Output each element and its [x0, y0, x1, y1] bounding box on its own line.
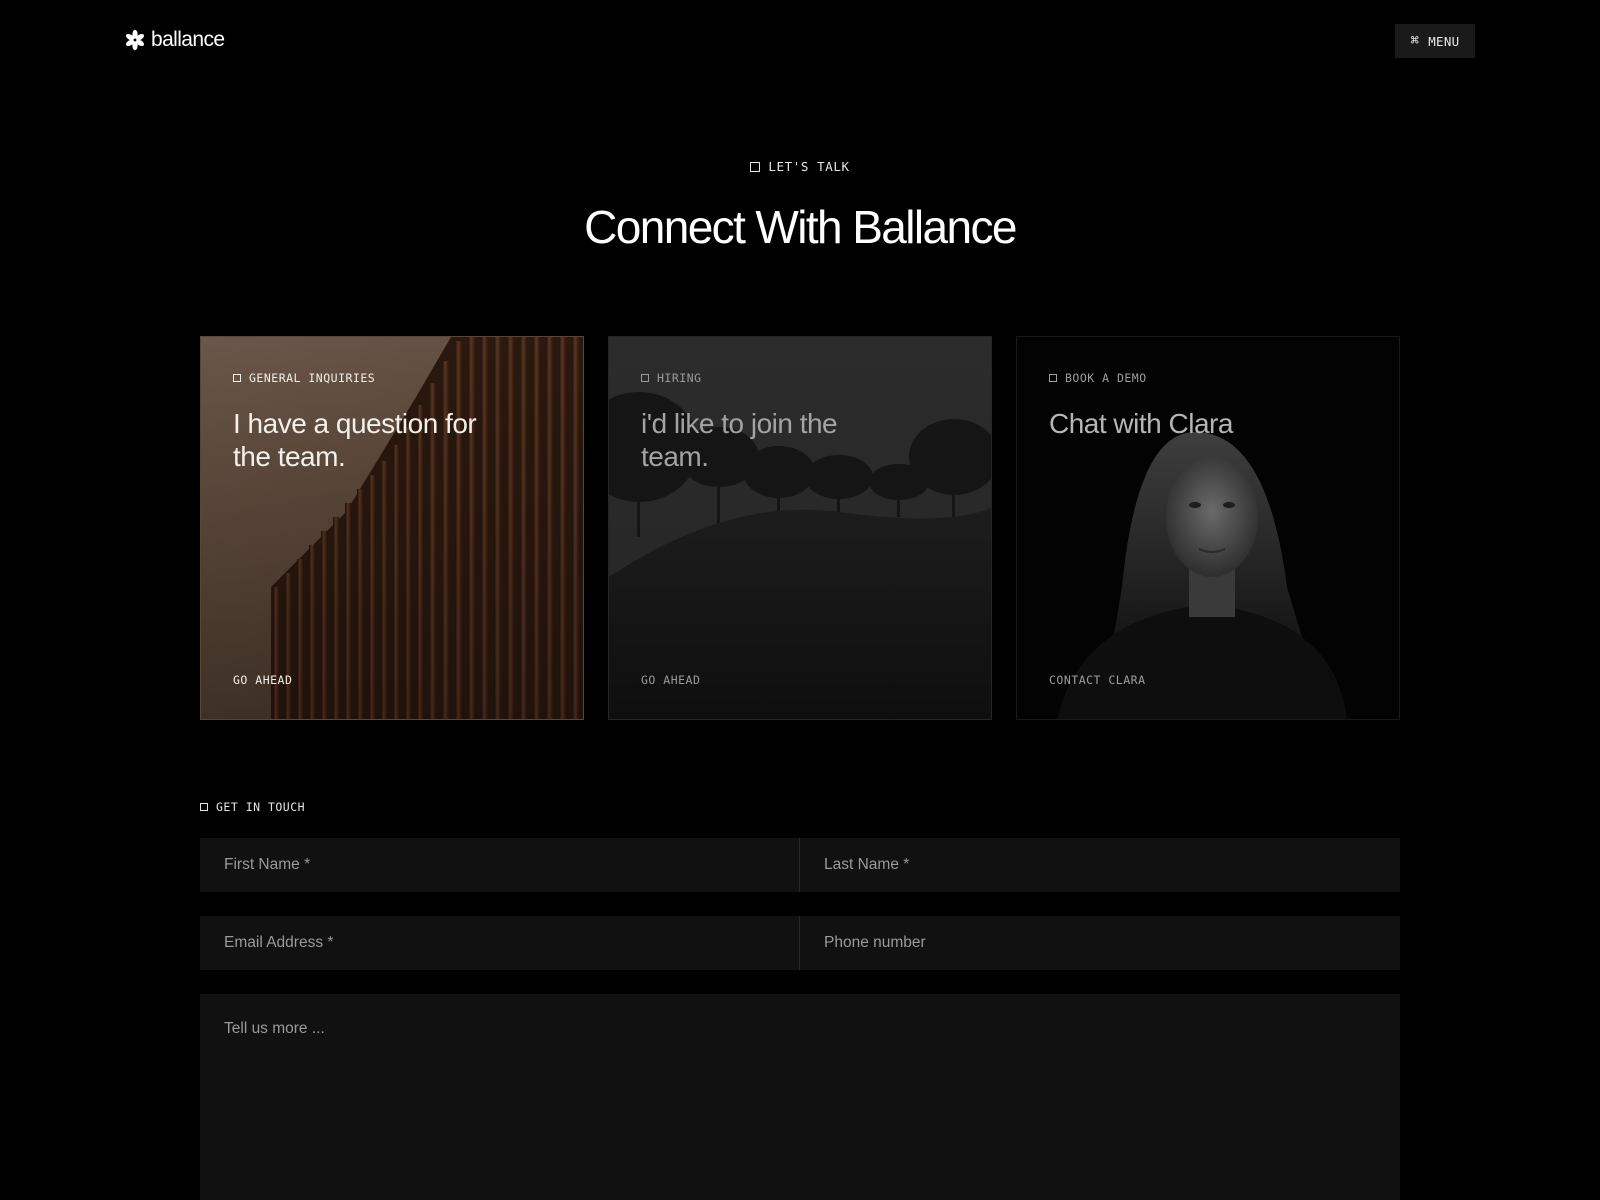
square-icon	[750, 161, 761, 172]
form-label: GET IN TOUCH	[216, 800, 306, 814]
square-icon	[1049, 374, 1057, 382]
email-field[interactable]	[200, 916, 799, 970]
card-tag: BOOK A DEMO	[1049, 371, 1147, 385]
contact-page: ballance ⌘ MENU LET'S TALK Connect With …	[0, 0, 1600, 1200]
card-tag: GENERAL INQUIRIES	[233, 371, 375, 385]
card-hiring[interactable]: HIRING i'd like to join the team. GO AHE…	[608, 336, 992, 720]
wooden-facade-image	[201, 337, 583, 719]
first-name-field[interactable]	[200, 838, 799, 892]
card-cta-link[interactable]: CONTACT CLARA	[1049, 673, 1146, 687]
card-book-demo[interactable]: BOOK A DEMO Chat with Clara CONTACT CLAR…	[1016, 336, 1400, 720]
card-cta-link[interactable]: GO AHEAD	[641, 673, 700, 687]
brand-logo[interactable]: ballance	[124, 28, 225, 52]
meadow-trees-image	[609, 337, 991, 719]
clara-portrait-image	[1057, 432, 1347, 719]
field-divider	[799, 838, 800, 892]
square-icon	[233, 374, 241, 382]
page-title: Connect With Ballance	[584, 201, 1017, 253]
card-title: i'd like to join the team.	[641, 408, 838, 472]
phone-field[interactable]	[800, 916, 1400, 970]
eyebrow-label: LET'S TALK	[768, 159, 850, 174]
form-section-label: GET IN TOUCH	[200, 800, 305, 814]
square-icon	[641, 374, 649, 382]
menu-label: MENU	[1428, 33, 1460, 49]
card-title: I have a question for the team.	[233, 408, 477, 472]
card-title: Chat with Clara	[1049, 408, 1233, 439]
brand-name: ballance	[151, 28, 225, 51]
card-tag-label: GENERAL INQUIRIES	[249, 371, 376, 385]
hero-eyebrow: LET'S TALK	[0, 159, 1600, 174]
message-field[interactable]	[200, 994, 1400, 1200]
card-general-inquiries[interactable]: GENERAL INQUIRIES I have a question for …	[200, 336, 584, 720]
card-tag-label: HIRING	[657, 371, 702, 385]
menu-button[interactable]: ⌘ MENU	[1395, 24, 1475, 58]
card-tag-label: BOOK A DEMO	[1065, 371, 1147, 385]
flower-logo-icon	[125, 29, 145, 51]
field-divider	[799, 916, 800, 970]
command-icon: ⌘	[1410, 33, 1420, 49]
last-name-field[interactable]	[800, 838, 1400, 892]
card-tag: HIRING	[641, 371, 702, 385]
card-cta-link[interactable]: GO AHEAD	[233, 673, 292, 687]
square-icon	[200, 803, 208, 811]
